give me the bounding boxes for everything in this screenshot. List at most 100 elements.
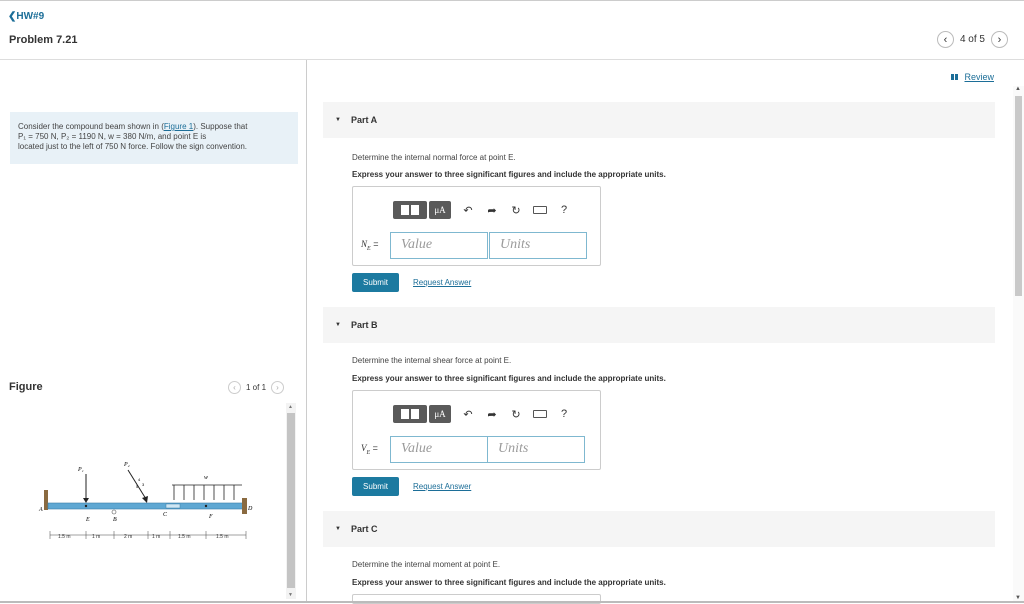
math-toolbar: μA ↶ ➦ ↻ ?	[393, 201, 571, 219]
part-a-units-input[interactable]: Units	[489, 232, 587, 259]
scroll-up-icon[interactable]: ▲	[288, 404, 293, 410]
statement-line-3: located just to the left of 750 N force.…	[18, 142, 248, 151]
review-icon	[951, 74, 961, 80]
undo-icon[interactable]: ↶	[461, 204, 475, 217]
label-f: F	[208, 514, 213, 520]
templates-icon[interactable]	[393, 201, 427, 219]
problem-statement: Consider the compound beam shown in (Fig…	[10, 112, 298, 164]
scroll-up-icon[interactable]: ▲	[1015, 86, 1021, 92]
figure-label: Figure	[9, 381, 43, 393]
label-c: C	[163, 512, 168, 518]
figure-scrollbar[interactable]: ▲ ▼	[286, 403, 296, 599]
help-icon[interactable]: ?	[557, 204, 571, 216]
part-c-title: Part C	[350, 524, 378, 534]
help-icon[interactable]: ?	[557, 408, 571, 420]
part-b-instruction: Express your answer to three significant…	[352, 374, 666, 383]
p2-arrowhead	[142, 496, 148, 503]
statement-line-1: Consider the compound beam shown in (Fig…	[18, 122, 290, 132]
dim-label: 1 m	[92, 534, 100, 540]
label-p1: P₁	[77, 467, 84, 473]
figure-scroll-thumb[interactable]	[287, 413, 295, 588]
back-label[interactable]: HW#9	[16, 11, 44, 22]
part-c-instruction: Express your answer to three significant…	[352, 578, 666, 587]
reset-icon[interactable]: ↻	[509, 204, 523, 217]
figure-link[interactable]: Figure 1	[164, 122, 193, 131]
part-a-title: Part A	[350, 115, 378, 125]
dim-label: 1.5 m	[216, 534, 229, 540]
label-a: A	[38, 507, 43, 513]
statement-line-2: P₁ = 750 N, P₂ = 1190 N, w = 380 N/m, an…	[18, 132, 207, 141]
chevron-left-icon: ‹	[943, 33, 948, 46]
statement-text: ). Suppose that	[193, 122, 248, 131]
part-b-header[interactable]: ▼ Part B	[323, 307, 995, 343]
redo-icon[interactable]: ➦	[485, 204, 499, 217]
support-d	[242, 498, 247, 514]
header-divider	[0, 59, 1024, 60]
part-b-units-input[interactable]: Units	[487, 436, 585, 463]
main-scroll-thumb[interactable]	[1015, 96, 1022, 296]
part-a-answer-box: μA ↶ ➦ ↻ ? NE = Value Units	[352, 186, 601, 266]
next-figure-button[interactable]: ›	[271, 381, 285, 394]
review-label[interactable]: Review	[964, 72, 994, 82]
pane-divider	[306, 60, 307, 603]
part-a-value-input[interactable]: Value	[390, 232, 488, 259]
part-c-header[interactable]: ▼ Part C	[323, 511, 995, 547]
part-b-variable-label: VE =	[361, 443, 378, 456]
back-link[interactable]: ❮HW#9	[8, 11, 44, 22]
dim-label: 2 m	[124, 534, 132, 540]
caret-down-icon: ▼	[335, 322, 341, 328]
chevron-right-icon: ›	[276, 383, 279, 392]
beam	[47, 502, 245, 510]
problem-pager: ‹ 4 of 5 ›	[936, 31, 1008, 48]
part-c-question: Determine the internal moment at point E…	[352, 560, 501, 569]
prev-problem-button[interactable]: ‹	[936, 31, 954, 48]
ratio-3: 3	[142, 482, 145, 487]
units-symbol-button[interactable]: μA	[429, 201, 451, 219]
part-b-title: Part B	[350, 320, 378, 330]
part-b-answer-box: μA ↶ ➦ ↻ ? VE = Value Units	[352, 390, 601, 470]
caret-down-icon: ▼	[335, 526, 341, 532]
beam-diagram: A D P₁ P₂ 4 3 5 w E B C F 1.5 m 1 m 2 m …	[38, 462, 253, 540]
part-a-variable-label: NE =	[361, 239, 379, 252]
part-b-question: Determine the internal shear force at po…	[352, 356, 512, 365]
part-a-request-answer-link[interactable]: Request Answer	[413, 278, 471, 287]
main-scrollbar[interactable]: ▲ ▼	[1013, 86, 1024, 603]
ratio-4: 4	[138, 477, 141, 482]
redo-icon[interactable]: ➦	[485, 408, 499, 421]
caret-down-icon: ▼	[335, 117, 341, 123]
label-w: w	[204, 475, 208, 481]
support-a	[44, 490, 48, 510]
roller-b	[111, 509, 117, 515]
chevron-right-icon: ›	[997, 33, 1002, 46]
templates-icon[interactable]	[393, 405, 427, 423]
part-b-value-input[interactable]: Value	[390, 436, 488, 463]
dist-load-arrows	[173, 485, 235, 500]
scroll-down-icon[interactable]: ▼	[288, 592, 293, 598]
figure-pager: ‹ 1 of 1 ›	[228, 381, 285, 394]
top-border	[0, 0, 1024, 1]
label-e: E	[85, 517, 90, 523]
part-a-header[interactable]: ▼ Part A	[323, 102, 995, 138]
page-indicator: 4 of 5	[959, 34, 985, 45]
undo-icon[interactable]: ↶	[461, 408, 475, 421]
keyboard-icon[interactable]	[533, 206, 547, 214]
point-f	[204, 504, 208, 508]
label-d: D	[247, 506, 253, 512]
figure-page-indicator: 1 of 1	[246, 383, 267, 392]
review-link[interactable]: Review	[951, 72, 994, 82]
part-b-submit-button[interactable]: Submit	[352, 477, 399, 496]
prev-figure-button[interactable]: ‹	[228, 381, 241, 394]
next-problem-button[interactable]: ›	[991, 31, 1008, 48]
hinge-c	[165, 503, 181, 509]
part-a-submit-button[interactable]: Submit	[352, 273, 399, 292]
reset-icon[interactable]: ↻	[509, 408, 523, 421]
problem-title: Problem 7.21	[9, 34, 78, 46]
part-a-instruction: Express your answer to three significant…	[352, 170, 666, 179]
chevron-left-icon: ‹	[233, 383, 236, 392]
dim-label: 1 m	[152, 534, 160, 540]
part-b-request-answer-link[interactable]: Request Answer	[413, 482, 471, 491]
units-symbol-button[interactable]: μA	[429, 405, 451, 423]
dim-label: 1.5 m	[58, 534, 71, 540]
keyboard-icon[interactable]	[533, 410, 547, 418]
statement-text: Consider the compound beam shown in (	[18, 122, 164, 131]
